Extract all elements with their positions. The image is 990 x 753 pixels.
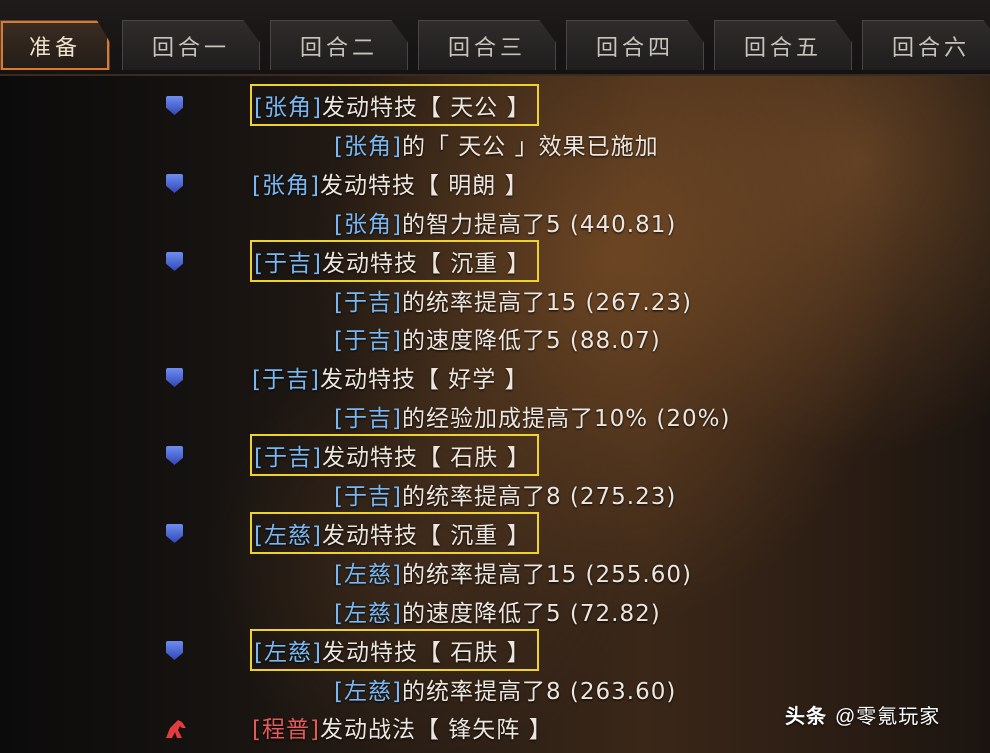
log-event-line: [左慈] 发动特技【 沉重 】 [250,512,539,554]
tab-round-4[interactable]: 回合四 [566,20,704,70]
log-text: 的智力提高了5 (440.81) [401,212,677,238]
log-text: 的速度降低了5 (88.07) [401,328,661,354]
general-name: [于吉] [252,367,320,393]
general-name: [于吉] [254,445,322,471]
log-text: 发动特技【 天公 】 [321,95,531,121]
log-effect-line: [于吉] 的速度降低了5 (88.07) [334,319,661,357]
general-name: [左慈] [334,562,402,588]
log-event-line: [程普] 发动战法【 锋矢阵 】 [252,708,553,746]
tab-round-1[interactable]: 回合一 [122,20,260,70]
tab-prepare[interactable]: 准备 [0,20,110,70]
general-name: [张角] [334,212,402,238]
log-text: 的统率提高了8 (275.23) [401,484,677,510]
log-text: 发动特技【 明朗 】 [319,173,529,199]
log-event-line: [于吉] 发动特技【 石肤 】 [250,434,539,476]
log-effect-line: [左慈] 的统率提高了15 (255.60) [334,553,692,591]
log-text: 发动特技【 好学 】 [319,367,529,393]
log-text: 的速度降低了5 (72.82) [401,601,661,627]
log-event-line: [张角] 发动特技【 天公 】 [250,84,539,126]
log-text: 发动特技【 石肤 】 [321,640,531,666]
log-text: 的「 天公 」效果已施加 [401,134,659,160]
watermark-handle: @零氪玩家 [835,706,941,728]
log-event-line: [张角] 发动特技【 明朗 】 [252,164,529,202]
shield-icon [166,368,183,387]
general-name: [张角] [252,173,320,199]
log-text: 的统率提高了15 (267.23) [401,290,692,316]
general-name: [张角] [254,95,322,121]
watermark-brand: 头条 [785,706,827,728]
tab-round-6[interactable]: 回合六 [862,20,990,70]
log-text: 的统率提高了15 (255.60) [401,562,692,588]
general-name: [于吉] [334,406,402,432]
log-effect-line: [左慈] 的速度降低了5 (72.82) [334,592,661,630]
log-text: 发动特技【 石肤 】 [321,445,531,471]
log-event-line: [于吉] 发动特技【 沉重 】 [250,240,539,282]
shield-icon [166,524,183,543]
general-name: [左慈] [334,601,402,627]
shield-icon [166,96,183,115]
log-effect-line: [张角] 的智力提高了5 (440.81) [334,203,676,241]
log-effect-line: [左慈] 的统率提高了8 (263.60) [334,670,676,708]
log-effect-line: [张角] 的「 天公 」效果已施加 [334,125,659,163]
tab-round-3[interactable]: 回合三 [418,20,556,70]
general-name: [于吉] [334,290,402,316]
tab-round-5[interactable]: 回合五 [714,20,852,70]
shield-icon [166,252,183,271]
log-event-line: [于吉] 发动特技【 好学 】 [252,358,529,396]
log-text: 的统率提高了8 (263.60) [401,679,677,705]
log-text: 发动特技【 沉重 】 [321,523,531,549]
general-name: [张角] [334,134,402,160]
log-text: 发动特技【 沉重 】 [321,251,531,277]
horse-icon [164,718,186,738]
log-effect-line: [于吉] 的统率提高了8 (275.23) [334,475,676,513]
shield-icon [166,446,183,465]
battle-log: [张角] 发动特技【 天公 】 [张角] 的「 天公 」效果已施加 [张角] 发动特技【 … [0,74,990,753]
general-name: [于吉] [334,484,402,510]
round-tab-bar: 准备 回合一 回合二 回合三 回合四 回合五 回合六 [0,0,990,76]
tab-round-2[interactable]: 回合二 [270,20,408,70]
watermark: 头条 @零氪玩家 [785,700,940,729]
log-event-line: [左慈] 发动特技【 石肤 】 [250,629,539,671]
general-name: [左慈] [254,640,322,666]
log-effect-line: [于吉] 的统率提高了15 (267.23) [334,281,692,319]
general-name: [左慈] [334,679,402,705]
log-text: 的经验加成提高了10% (20%) [401,406,731,432]
log-text: 发动战法【 锋矢阵 】 [319,717,553,743]
general-name: [左慈] [254,523,322,549]
shield-icon [166,174,183,193]
shield-icon [166,641,183,660]
general-name: [程普] [252,717,320,743]
general-name: [于吉] [254,251,322,277]
general-name: [于吉] [334,328,402,354]
log-effect-line: [于吉] 的经验加成提高了10% (20%) [334,397,730,435]
